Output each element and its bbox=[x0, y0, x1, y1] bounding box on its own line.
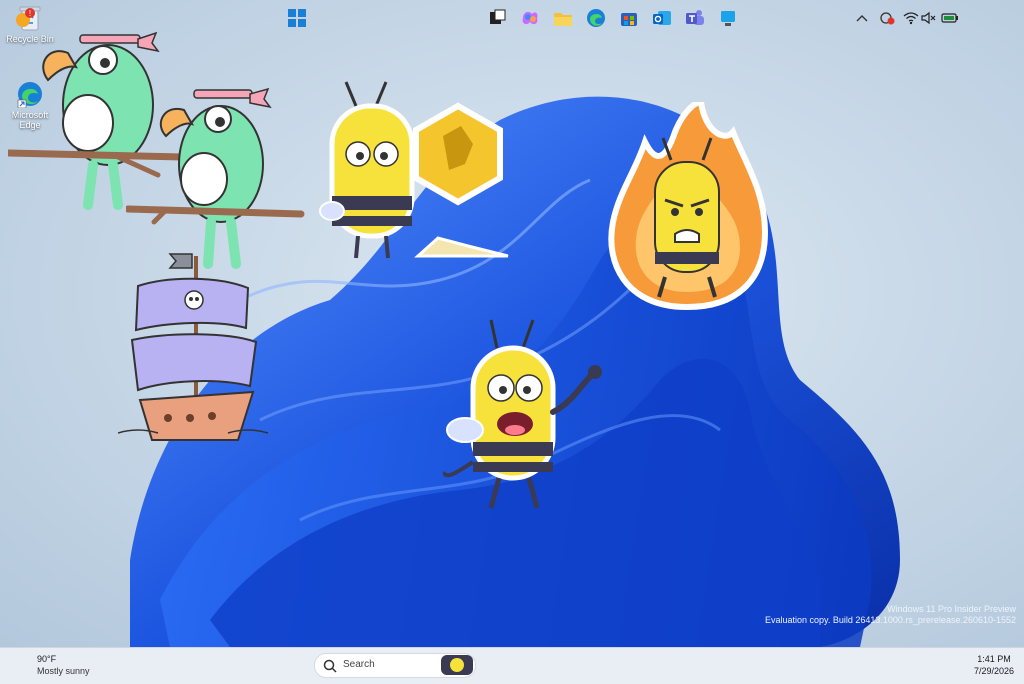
start-icon bbox=[288, 9, 306, 27]
file-explorer-icon bbox=[554, 13, 572, 26]
search-placeholder: Search bbox=[343, 659, 375, 670]
wifi-icon bbox=[903, 12, 919, 25]
search-icon bbox=[323, 659, 337, 673]
snipping-icon bbox=[721, 11, 735, 26]
weather-alert-badge: ! bbox=[29, 9, 31, 18]
snipping-button[interactable] bbox=[716, 6, 740, 30]
clock-time: 1:41 PM bbox=[977, 654, 1011, 664]
network-button[interactable] bbox=[902, 6, 920, 30]
store-icon bbox=[621, 13, 637, 26]
start-button[interactable] bbox=[284, 6, 310, 30]
parrot-sticker bbox=[126, 87, 305, 269]
pirate-ship-sticker bbox=[118, 253, 269, 441]
edge-icon bbox=[587, 9, 605, 27]
watermark-build: Evaluation copy. Build 26413.1000.rs_pre… bbox=[764, 615, 1016, 625]
weather-temp: 90°F bbox=[37, 654, 57, 664]
copilot-icon bbox=[522, 11, 538, 25]
search-box[interactable]: Search bbox=[314, 653, 476, 678]
outlook-icon bbox=[653, 11, 671, 25]
teams-icon bbox=[686, 10, 704, 25]
meet-icon bbox=[880, 12, 895, 25]
chevron-up-icon bbox=[856, 15, 868, 22]
edge-taskbar-button[interactable] bbox=[584, 6, 608, 30]
battery-icon bbox=[941, 13, 958, 23]
show-hidden-icons-button[interactable] bbox=[854, 6, 870, 30]
desktop: Recycle Bin Microsoft Edge Windows 11 Pr… bbox=[0, 0, 1024, 647]
waving-bee-sticker bbox=[443, 319, 602, 509]
weather-widget[interactable]: ! bbox=[10, 6, 38, 30]
store-button[interactable] bbox=[617, 6, 641, 30]
file-explorer-button[interactable] bbox=[551, 6, 575, 30]
watermark-edition: Windows 11 Pro Insider Preview bbox=[887, 604, 1016, 614]
taskbar bbox=[0, 647, 1024, 684]
copilot-button[interactable] bbox=[518, 6, 542, 30]
teams-button[interactable] bbox=[683, 6, 707, 30]
clock-date: 7/29/2026 bbox=[973, 666, 1015, 676]
search-highlight-icon bbox=[441, 655, 473, 675]
angry-fire-bee-sticker bbox=[608, 102, 769, 311]
volume-button[interactable] bbox=[920, 6, 938, 30]
battery-button[interactable] bbox=[940, 6, 960, 30]
outlook-button[interactable] bbox=[650, 6, 674, 30]
weather-sun-icon: ! bbox=[16, 8, 35, 27]
task-view-button[interactable] bbox=[485, 6, 509, 30]
weather-condition: Mostly sunny bbox=[37, 666, 90, 676]
task-view-icon bbox=[490, 9, 506, 24]
volume-muted-icon bbox=[921, 11, 936, 25]
tray-meet-button[interactable] bbox=[878, 6, 896, 30]
bee-with-honeycomb-sticker bbox=[319, 81, 509, 259]
os-watermark: Windows 11 Pro Insider Preview Evaluatio… bbox=[765, 604, 1016, 626]
